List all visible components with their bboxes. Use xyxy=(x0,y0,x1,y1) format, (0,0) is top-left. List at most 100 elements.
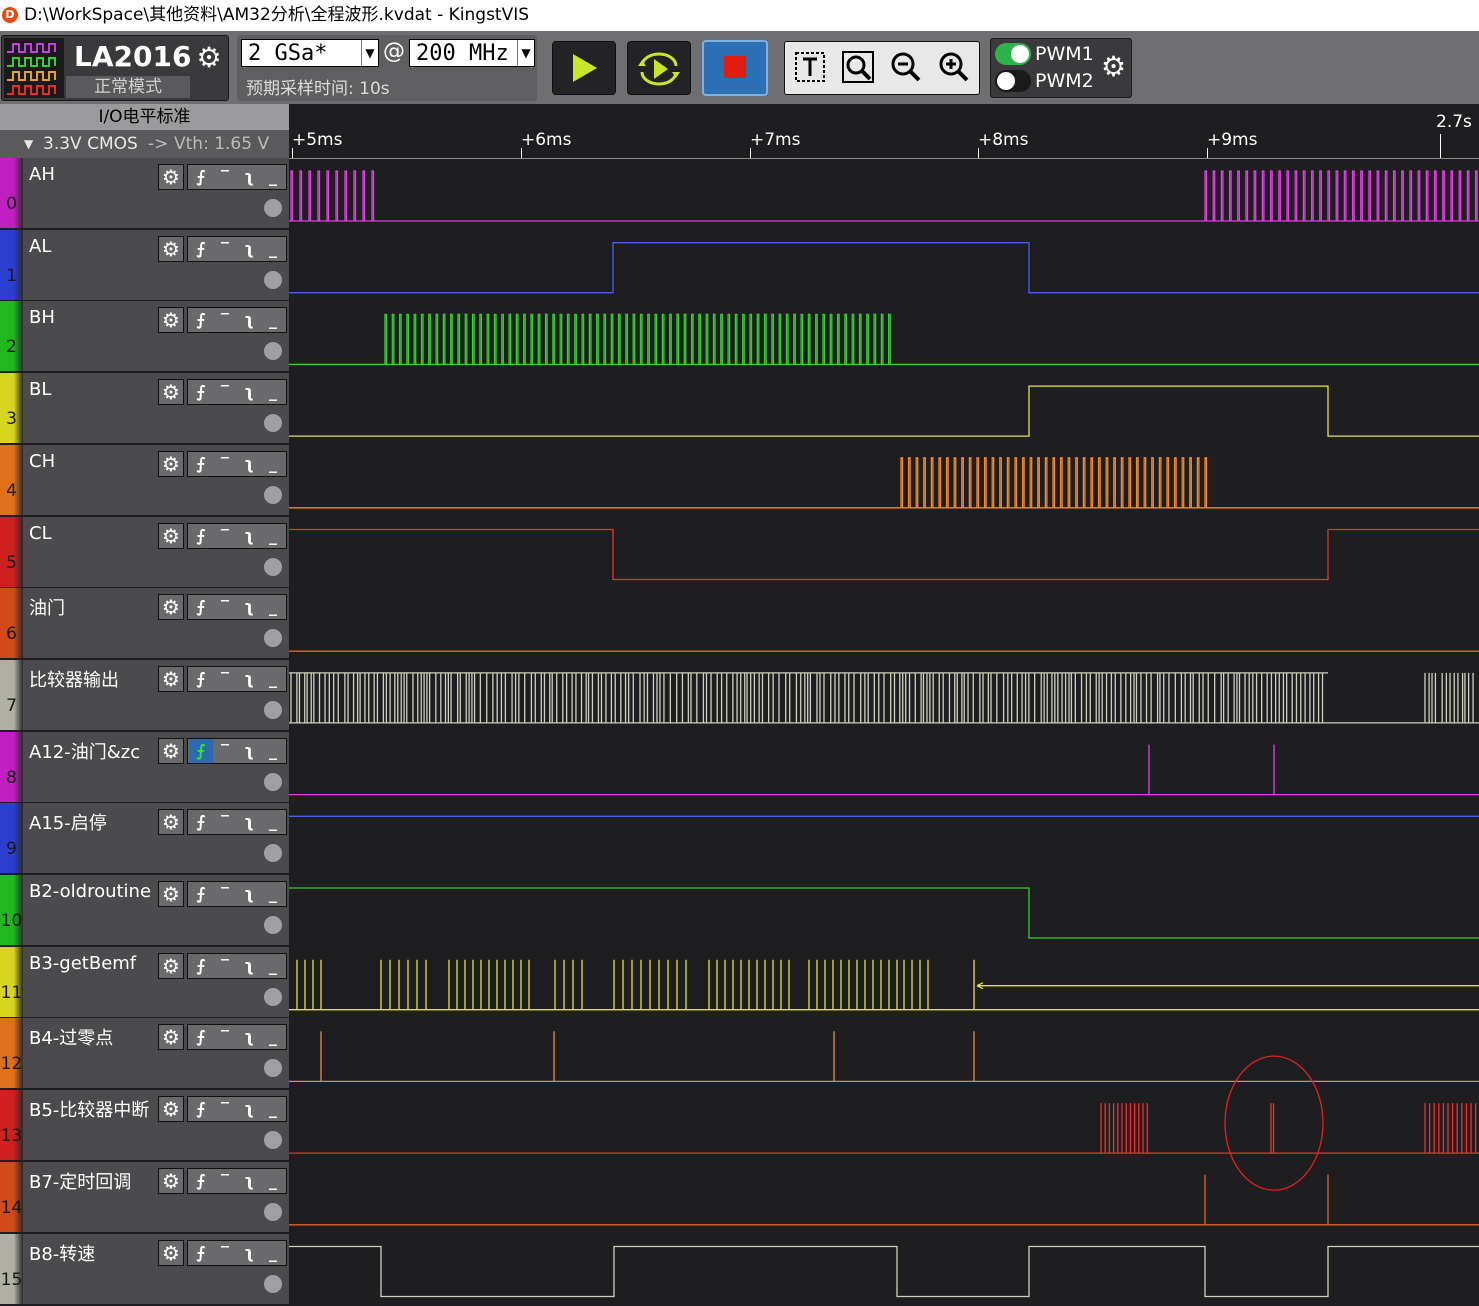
device-mode[interactable]: 正常模式 xyxy=(66,76,190,98)
channel-gear-icon[interactable]: ⚙ xyxy=(158,307,184,334)
falling-edge-icon[interactable]: ʅ xyxy=(237,308,261,332)
falling-edge-icon[interactable]: ʅ xyxy=(237,165,261,189)
low-level-icon[interactable]: _ xyxy=(261,308,285,332)
channel-name[interactable]: BH xyxy=(29,307,55,328)
channel-name[interactable]: AH xyxy=(29,164,55,185)
channel-name[interactable]: B3-getBemf xyxy=(29,953,136,974)
rising-edge-icon[interactable]: ⨍ xyxy=(189,954,213,978)
channel-gear-icon[interactable]: ⚙ xyxy=(158,594,184,621)
low-level-icon[interactable]: _ xyxy=(261,1025,285,1049)
falling-edge-icon[interactable]: ʅ xyxy=(237,954,261,978)
channel-row[interactable]: 13 B5-比较器中断 ⚙ ⨍ ‾ ʅ _ xyxy=(0,1090,289,1163)
chevron-down-icon[interactable]: ▼ xyxy=(361,40,378,66)
falling-edge-icon[interactable]: ʅ xyxy=(237,237,261,261)
falling-edge-icon[interactable]: ʅ xyxy=(237,1241,261,1265)
channel-name[interactable]: B7-定时回调 xyxy=(29,1168,131,1194)
rising-edge-icon[interactable]: ⨍ xyxy=(189,1025,213,1049)
low-level-icon[interactable]: _ xyxy=(261,739,285,763)
falling-edge-icon[interactable]: ʅ xyxy=(237,524,261,548)
low-level-icon[interactable]: _ xyxy=(261,380,285,404)
channel-row[interactable]: 9 A15-启停 ⚙ ⨍ ‾ ʅ _ xyxy=(0,803,289,876)
zoom-out-icon[interactable] xyxy=(889,50,923,84)
high-level-icon[interactable]: ‾ xyxy=(213,308,237,332)
rising-edge-icon[interactable]: ⨍ xyxy=(189,738,213,763)
rising-edge-icon[interactable]: ⨍ xyxy=(189,380,213,404)
high-level-icon[interactable]: ‾ xyxy=(213,595,237,619)
channel-name[interactable]: B5-比较器中断 xyxy=(29,1096,149,1122)
low-level-icon[interactable]: _ xyxy=(261,810,285,834)
rising-edge-icon[interactable]: ⨍ xyxy=(189,882,213,906)
channel-gear-icon[interactable]: ⚙ xyxy=(158,1239,184,1266)
falling-edge-icon[interactable]: ʅ xyxy=(237,1169,261,1193)
expand-triangle-icon[interactable]: ▼ xyxy=(24,130,33,158)
low-level-icon[interactable]: _ xyxy=(261,1169,285,1193)
pwm2-toggle[interactable] xyxy=(995,70,1031,92)
channel-row[interactable]: 6 油门 ⚙ ⨍ ‾ ʅ _ xyxy=(0,588,289,661)
channel-gear-icon[interactable]: ⚙ xyxy=(158,737,184,764)
channel-gear-icon[interactable]: ⚙ xyxy=(158,1096,184,1123)
high-level-icon[interactable]: ‾ xyxy=(213,1169,237,1193)
low-level-icon[interactable]: _ xyxy=(261,595,285,619)
channel-gear-icon[interactable]: ⚙ xyxy=(158,665,184,692)
high-level-icon[interactable]: ‾ xyxy=(213,810,237,834)
rising-edge-icon[interactable]: ⨍ xyxy=(189,308,213,332)
rising-edge-icon[interactable]: ⨍ xyxy=(189,524,213,548)
channel-name[interactable]: B4-过零点 xyxy=(29,1024,113,1050)
waveform-area[interactable] xyxy=(289,159,1479,1305)
channel-row[interactable]: 3 BL ⚙ ⨍ ‾ ʅ _ xyxy=(0,373,289,446)
channel-row[interactable]: 12 B4-过零点 ⚙ ⨍ ‾ ʅ _ xyxy=(0,1018,289,1091)
loop-run-button[interactable] xyxy=(627,41,691,95)
channel-row[interactable]: 0 AH ⚙ ⨍ ‾ ʅ _ xyxy=(0,158,289,230)
channel-row[interactable]: 10 B2-oldroutine ⚙ ⨍ ‾ ʅ _ xyxy=(0,875,289,947)
low-level-icon[interactable]: _ xyxy=(261,165,285,189)
low-level-icon[interactable]: _ xyxy=(261,1241,285,1265)
rising-edge-icon[interactable]: ⨍ xyxy=(189,1169,213,1193)
channel-name[interactable]: B8-转速 xyxy=(29,1240,95,1266)
io-standard-select[interactable]: ▼ 3.3V CMOS -> Vth: 1.65 V xyxy=(0,130,289,158)
low-level-icon[interactable]: _ xyxy=(261,237,285,261)
channel-name[interactable]: 油门 xyxy=(29,594,65,620)
channel-name[interactable]: A12-油门&zc xyxy=(29,738,140,764)
high-level-icon[interactable]: ‾ xyxy=(213,237,237,261)
low-level-icon[interactable]: _ xyxy=(261,1097,285,1121)
channel-name[interactable]: A15-启停 xyxy=(29,809,107,835)
high-level-icon[interactable]: ‾ xyxy=(213,452,237,476)
high-level-icon[interactable]: ‾ xyxy=(213,954,237,978)
high-level-icon[interactable]: ‾ xyxy=(213,667,237,691)
high-level-icon[interactable]: ‾ xyxy=(213,1241,237,1265)
high-level-icon[interactable]: ‾ xyxy=(213,165,237,189)
pwm-settings-gear-icon[interactable]: ⚙ xyxy=(1101,53,1126,81)
channel-name[interactable]: B2-oldroutine xyxy=(29,881,151,902)
channel-gear-icon[interactable]: ⚙ xyxy=(158,235,184,262)
high-level-icon[interactable]: ‾ xyxy=(213,524,237,548)
channel-row[interactable]: 7 比较器输出 ⚙ ⨍ ‾ ʅ _ xyxy=(0,659,289,732)
falling-edge-icon[interactable]: ʅ xyxy=(237,667,261,691)
high-level-icon[interactable]: ‾ xyxy=(213,1097,237,1121)
channel-name[interactable]: CL xyxy=(29,523,52,544)
falling-edge-icon[interactable]: ʅ xyxy=(237,810,261,834)
channel-gear-icon[interactable]: ⚙ xyxy=(158,522,184,549)
channel-gear-icon[interactable]: ⚙ xyxy=(158,379,184,406)
falling-edge-icon[interactable]: ʅ xyxy=(237,1025,261,1049)
channel-gear-icon[interactable]: ⚙ xyxy=(158,809,184,836)
channel-row[interactable]: 11 B3-getBemf ⚙ ⨍ ‾ ʅ _ xyxy=(0,946,289,1019)
channel-row[interactable]: 1 AL ⚙ ⨍ ‾ ʅ _ xyxy=(0,229,289,302)
rising-edge-icon[interactable]: ⨍ xyxy=(189,165,213,189)
zoom-in-icon[interactable] xyxy=(937,50,971,84)
chevron-down-icon[interactable]: ▼ xyxy=(517,40,534,66)
falling-edge-icon[interactable]: ʅ xyxy=(237,595,261,619)
channel-name[interactable]: AL xyxy=(29,236,51,257)
low-level-icon[interactable]: _ xyxy=(261,667,285,691)
channel-row[interactable]: 15 B8-转速 ⚙ ⨍ ‾ ʅ _ xyxy=(0,1233,289,1306)
low-level-icon[interactable]: _ xyxy=(261,954,285,978)
high-level-icon[interactable]: ‾ xyxy=(213,739,237,763)
rising-edge-icon[interactable]: ⨍ xyxy=(189,237,213,261)
low-level-icon[interactable]: _ xyxy=(261,882,285,906)
time-axis[interactable]: +5ms +6ms +7ms +8ms +9ms 2.7s xyxy=(289,104,1479,159)
channel-row[interactable]: 14 B7-定时回调 ⚙ ⨍ ‾ ʅ _ xyxy=(0,1161,289,1234)
text-cursor-icon[interactable] xyxy=(793,50,827,84)
pwm1-toggle[interactable] xyxy=(995,43,1031,65)
zoom-fit-icon[interactable] xyxy=(841,50,875,84)
low-level-icon[interactable]: _ xyxy=(261,524,285,548)
channel-row[interactable]: 4 CH ⚙ ⨍ ‾ ʅ _ xyxy=(0,444,289,517)
